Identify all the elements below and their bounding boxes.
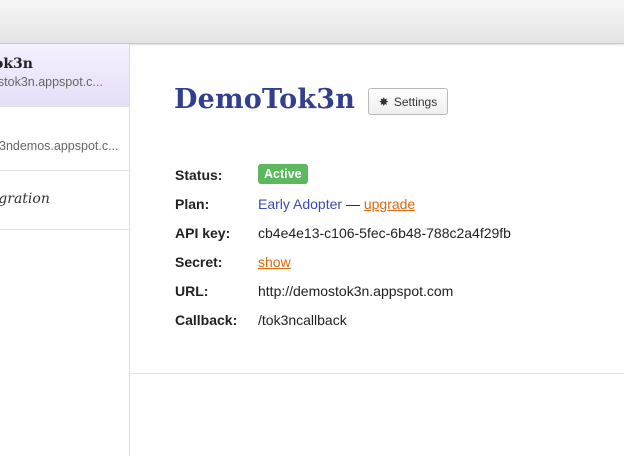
settings-button[interactable]: ✸ Settings bbox=[368, 88, 448, 115]
url-label: URL: bbox=[175, 283, 209, 299]
status-value: Active bbox=[258, 164, 308, 184]
callback-value: /tok3ncallback bbox=[258, 312, 347, 328]
plan-separator: — bbox=[342, 196, 364, 212]
status-label: Status: bbox=[175, 167, 223, 183]
sidebar-item-title: ok3n bbox=[0, 56, 33, 72]
sidebar-item-demotok3n[interactable]: ok3n nostok3n.appspot.c... bbox=[0, 44, 129, 107]
plan-value: Early Adopter — upgrade bbox=[258, 196, 415, 212]
main-divider bbox=[130, 373, 624, 374]
settings-button-label: Settings bbox=[393, 94, 438, 109]
api-key-label: API key: bbox=[175, 225, 231, 241]
plan-label: Plan: bbox=[175, 196, 210, 212]
upgrade-link[interactable]: upgrade bbox=[364, 196, 415, 212]
sidebar-item-subtitle: 3ndemos.appspot.c... bbox=[0, 139, 119, 153]
show-secret-link[interactable]: show bbox=[258, 254, 291, 270]
plan-name: Early Adopter bbox=[258, 196, 343, 212]
sidebar-item-title: egration bbox=[0, 191, 50, 207]
sidebar-item-demos[interactable]: 3ndemos.appspot.c... bbox=[0, 107, 129, 171]
top-bar bbox=[0, 0, 624, 44]
api-key-value: cb4e4e13-c106-5fec-6b48-788c2a4f29fb bbox=[258, 225, 511, 241]
page-title: DemoTok3n bbox=[174, 84, 356, 115]
callback-label: Callback: bbox=[175, 312, 238, 328]
sidebar-item-integration[interactable]: egration bbox=[0, 171, 129, 230]
sidebar: ok3n nostok3n.appspot.c... 3ndemos.appsp… bbox=[0, 44, 130, 456]
sidebar-item-subtitle: nostok3n.appspot.c... bbox=[0, 75, 103, 89]
secret-label: Secret: bbox=[175, 254, 223, 270]
status-badge: Active bbox=[258, 164, 308, 184]
url-value: http://demostok3n.appspot.com bbox=[258, 283, 454, 299]
gear-icon: ✸ bbox=[378, 94, 389, 109]
